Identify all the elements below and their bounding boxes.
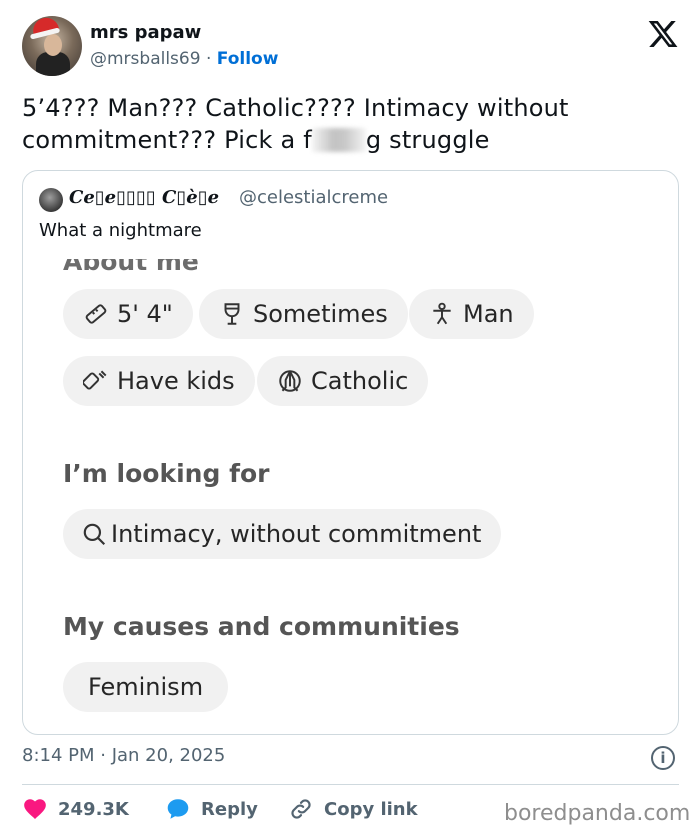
chip-height: 5' 4" — [63, 289, 193, 339]
chip-label: Feminism — [88, 673, 204, 701]
copy-link-button[interactable]: Copy link — [288, 796, 418, 822]
chip-gender: Man — [409, 289, 534, 339]
ruler-icon — [85, 304, 107, 324]
like-count: 249.3K — [58, 798, 129, 820]
x-logo-icon[interactable] — [646, 18, 680, 50]
reply-button[interactable]: Reply — [165, 796, 258, 822]
chip-label: Man — [463, 300, 514, 328]
action-bar: 249.3K Reply Copy link — [22, 796, 502, 824]
chip-label: Have kids — [117, 367, 235, 395]
heart-icon — [24, 799, 46, 819]
divider — [22, 784, 679, 785]
like-button[interactable]: 249.3K — [22, 796, 129, 822]
tweet-text-part-2: g struggle — [365, 126, 490, 154]
chip-label: Sometimes — [253, 300, 388, 328]
chip-religion: Catholic — [257, 356, 429, 406]
boredpanda-watermark: boredpanda.com — [504, 801, 691, 826]
author-avatar[interactable] — [22, 16, 82, 76]
reply-bubble-icon — [167, 799, 189, 819]
follow-button[interactable]: Follow — [217, 49, 279, 69]
chip-feminism: Feminism — [63, 662, 229, 712]
reply-label: Reply — [201, 798, 258, 820]
baby-bottle-icon — [83, 370, 107, 390]
quoted-author-avatar[interactable] — [39, 188, 63, 212]
tweet-text: 5’4??? Man??? Catholic???? Intimacy with… — [22, 92, 672, 156]
copy-link-label: Copy link — [324, 798, 418, 820]
quoted-tweet-card[interactable]: Ce▯e▯▯▯▯ C▯è▯e @celestialcreme What a ni… — [22, 170, 679, 735]
chip-looking-for: Intimacy, without commitment — [63, 509, 502, 559]
author-handle[interactable]: @mrsballs69 — [90, 49, 201, 69]
quoted-author-handle[interactable]: @celestialcreme — [239, 187, 388, 208]
author-handle-row: @mrsballs69 · Follow — [90, 49, 278, 69]
praying-hands-icon — [279, 370, 301, 392]
separator-dot: · — [205, 49, 212, 69]
info-icon[interactable]: i — [651, 746, 675, 770]
quoted-profile-screenshot[interactable]: About me 5' 4" Sometimes Man Have kids C… — [38, 259, 664, 734]
chip-label: Catholic — [311, 367, 409, 395]
search-icon — [83, 523, 106, 546]
chip-label: Intimacy, without commitment — [111, 520, 482, 548]
quoted-tweet-text: What a nightmare — [39, 220, 202, 241]
causes-title: My causes and communities — [63, 612, 460, 641]
looking-for-title: I’m looking for — [63, 459, 270, 488]
tweet-header: mrs papaw @mrsballs69 · Follow — [22, 16, 682, 78]
quoted-author-name[interactable]: Ce▯e▯▯▯▯ C▯è▯e — [69, 187, 219, 208]
link-icon — [291, 799, 311, 819]
chip-drinking: Sometimes — [199, 289, 408, 339]
censor-blur — [311, 128, 366, 152]
person-icon — [433, 302, 451, 325]
tweet-timestamp[interactable]: 8:14 PM · Jan 20, 2025 — [22, 745, 225, 766]
chip-label: 5' 4" — [117, 300, 173, 328]
wine-glass-icon — [224, 303, 240, 325]
chip-kids: Have kids — [63, 356, 255, 406]
author-name[interactable]: mrs papaw — [90, 22, 201, 43]
about-me-heading: About me — [63, 259, 199, 276]
